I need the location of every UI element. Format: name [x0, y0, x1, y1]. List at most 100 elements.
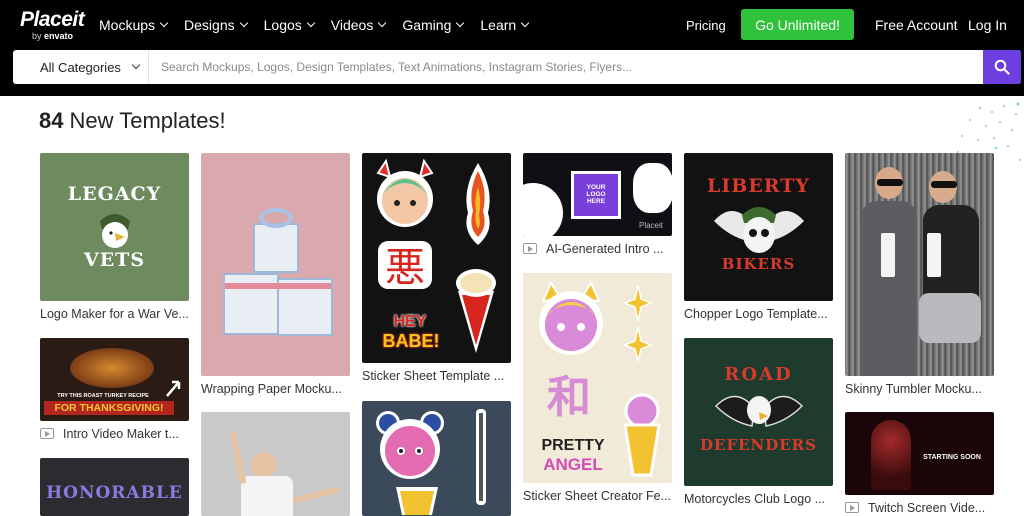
- chevron-down-icon: [520, 18, 530, 28]
- sticker-glyph: 和: [547, 372, 591, 423]
- nav-label: Mockups: [99, 17, 156, 33]
- gift-bow: [259, 208, 293, 228]
- search-bar: All Categories: [13, 50, 1021, 84]
- nav-gaming[interactable]: Gaming: [402, 17, 465, 33]
- log-in-link[interactable]: Log In: [968, 17, 1007, 33]
- pricing-link[interactable]: Pricing: [686, 18, 726, 33]
- search-input[interactable]: [161, 50, 991, 84]
- chevron-down-icon: [159, 18, 169, 28]
- card-caption-video: Intro Video Maker t...: [40, 427, 192, 441]
- nav-label: Videos: [330, 17, 374, 33]
- chevron-down-icon: [306, 18, 316, 28]
- ice-cream-sticker: [623, 393, 661, 477]
- sticker-text-angel: ANGEL: [543, 455, 603, 474]
- tumbler-left: [881, 233, 895, 277]
- person-man-glasses: [877, 179, 903, 186]
- skull-wings-illustration: [714, 207, 804, 253]
- nav-label: Logos: [263, 17, 302, 33]
- template-card-liberty-bikers[interactable]: LIBERTY BIKERS: [684, 153, 833, 301]
- ice-cream-sticker: [456, 269, 496, 353]
- tumbler-right: [927, 233, 941, 277]
- person-woman-glasses: [931, 181, 957, 188]
- nav-designs[interactable]: Designs: [184, 17, 248, 33]
- card-caption: Sticker Sheet Creator Fe...: [523, 489, 675, 503]
- caption-text: Twitch Screen Vide...: [868, 501, 986, 515]
- dancer-shirt: [241, 476, 293, 516]
- template-card-honorable[interactable]: HONORABLE: [40, 458, 189, 516]
- chevron-down-icon: [131, 60, 141, 70]
- card-text-thanksgiving: FOR THANKSGIVING!: [44, 401, 174, 415]
- card-text-defenders: DEFENDERS: [700, 436, 817, 454]
- search-icon: [994, 59, 1010, 75]
- category-label: All Categories: [40, 59, 121, 75]
- kanji-sticker: 悪: [378, 241, 432, 291]
- template-card-road-defenders[interactable]: ROAD DEFENDERS: [684, 338, 833, 486]
- nav-learn[interactable]: Learn: [480, 17, 530, 33]
- free-account-link[interactable]: Free Account: [875, 17, 958, 33]
- template-card-sticker-sheet[interactable]: 悪 HEY BABE!: [362, 153, 511, 363]
- go-unlimited-button[interactable]: Go Unlimited!: [741, 9, 854, 40]
- template-card-skinny-tumbler[interactable]: [845, 153, 994, 376]
- template-card-dancer-tshirt[interactable]: [201, 412, 350, 516]
- caption-text: Sticker Sheet Template ...: [362, 369, 505, 383]
- dancer-arm-right: [292, 486, 340, 504]
- template-card-ai-intro[interactable]: YOUR LOGO HERE Placeit: [523, 153, 672, 236]
- sticker-text-hey: HEY: [393, 313, 427, 330]
- white-blob-2: [633, 163, 672, 213]
- chevron-down-icon: [378, 18, 387, 28]
- logo-sub-envato: envato: [44, 31, 74, 41]
- template-card-wrapping-paper[interactable]: [201, 153, 350, 376]
- caption-text: Skinny Tumbler Mocku...: [845, 382, 982, 396]
- nav-logos[interactable]: Logos: [263, 17, 316, 33]
- white-blob: [523, 183, 563, 236]
- nav-label: Designs: [184, 17, 235, 33]
- placeit-logo[interactable]: Placeit by envato: [20, 9, 85, 42]
- card-text-vets: VETS: [83, 249, 146, 271]
- gift-box-top: [253, 223, 299, 273]
- logo-sub: by envato: [32, 31, 84, 41]
- eagle-wings-illustration: [714, 395, 804, 427]
- devil-girl-sticker: [376, 159, 434, 227]
- nav-label: Gaming: [402, 17, 452, 33]
- top-header: Placeit by envato Mockups Designs Logos …: [0, 0, 1024, 96]
- card-caption: Wrapping Paper Mocku...: [201, 382, 353, 396]
- logo-placeholder-text: YOUR LOGO HERE: [586, 184, 606, 205]
- template-card-twitch-screen[interactable]: STARTING SOON: [845, 412, 994, 495]
- template-card-legacy-vets[interactable]: LEGACY VETS: [40, 153, 189, 301]
- chevron-down-icon: [239, 18, 248, 28]
- video-icon: [845, 502, 859, 513]
- template-card-thanksgiving-video[interactable]: TRY THIS ROAST TURKEY RECIPE FOR THANKSG…: [40, 338, 189, 421]
- sticker-text-babe: BABE!: [382, 331, 440, 351]
- card-text-road: ROAD: [724, 364, 793, 385]
- chevron-down-icon: [456, 18, 465, 28]
- watermark-text: Placeit: [638, 221, 663, 230]
- svg-text:悪: 悪: [385, 245, 425, 291]
- template-card-pretty-angel[interactable]: 和 PRETTY ANGEL: [523, 273, 672, 483]
- sword-sticker: [476, 409, 486, 505]
- caption-text: AI-Generated Intro ...: [546, 242, 664, 256]
- page-title: 84 New Templates!: [39, 108, 226, 134]
- ninja-figure: [871, 420, 911, 490]
- nav-mockups[interactable]: Mockups: [99, 17, 169, 33]
- nav-videos[interactable]: Videos: [330, 17, 387, 33]
- eagle-illustration: [100, 214, 130, 248]
- nav-label: Learn: [480, 17, 517, 33]
- card-caption-video: AI-Generated Intro ...: [523, 242, 675, 256]
- person-woman-skirt: [919, 293, 981, 343]
- sticker-text-pretty: PRETTY: [541, 437, 605, 454]
- caption-text: Intro Video Maker t...: [63, 427, 179, 441]
- gift-ribbon: [225, 283, 331, 289]
- video-icon: [40, 428, 54, 439]
- card-text-try-recipe: TRY THIS ROAST TURKEY RECIPE: [57, 393, 149, 399]
- dancer-figure: [251, 452, 277, 478]
- template-card-sticker-sheet-2[interactable]: [362, 401, 511, 516]
- card-caption: Skinny Tumbler Mocku...: [845, 382, 997, 396]
- flame-sticker: [466, 163, 490, 245]
- pink-girl-sticker: [376, 411, 444, 479]
- search-button[interactable]: [983, 50, 1021, 84]
- card-caption: Logo Maker for a War Ve...: [40, 307, 192, 321]
- card-caption: Sticker Sheet Template ...: [362, 369, 514, 383]
- card-text-bikers: BIKERS: [721, 255, 796, 273]
- card-text-honorable: HONORABLE: [46, 483, 183, 503]
- category-select[interactable]: All Categories: [13, 50, 149, 84]
